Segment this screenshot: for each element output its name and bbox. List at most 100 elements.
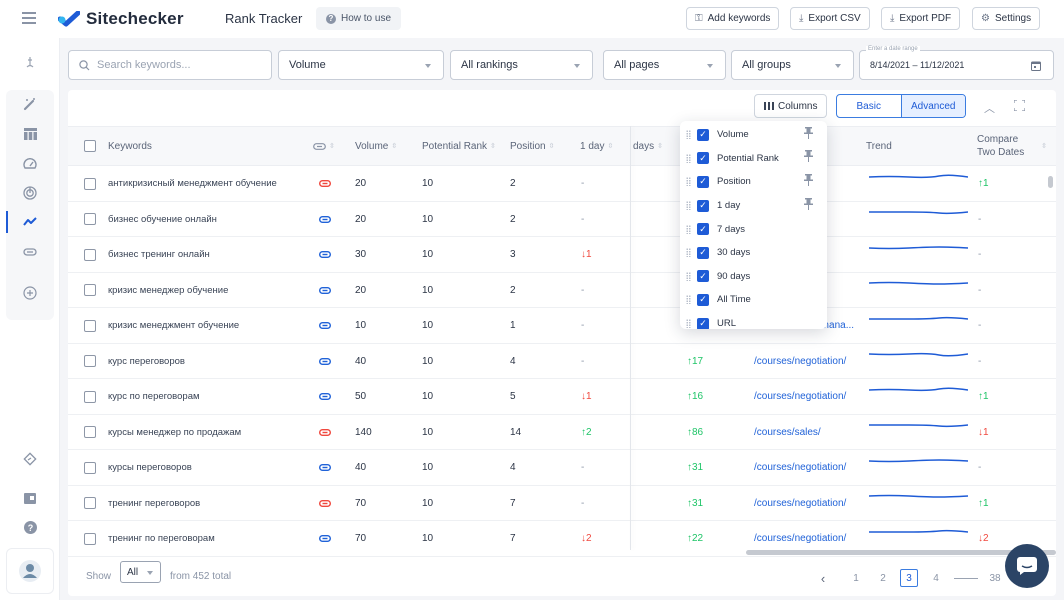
column-toggle-item[interactable]: ✓ All Time xyxy=(680,288,827,312)
column-toggle-item[interactable]: ✓ Potential Rank xyxy=(680,147,827,171)
column-toggle-item[interactable]: ✓ Volume xyxy=(680,123,827,147)
pin-icon[interactable] xyxy=(804,197,813,215)
search-input[interactable]: Search keywords... xyxy=(68,50,272,80)
link-status-icon[interactable] xyxy=(319,237,331,272)
pin-icon[interactable] xyxy=(804,126,813,144)
sidebar-item-links[interactable] xyxy=(0,239,60,265)
link-status-icon[interactable] xyxy=(319,166,331,201)
sidebar-item-radar[interactable] xyxy=(0,180,60,206)
rankings-select[interactable]: All rankings xyxy=(450,50,593,80)
column-toggle-item[interactable]: ✓ Position xyxy=(680,170,827,194)
page-button[interactable]: 2 xyxy=(874,569,892,587)
row-checkbox[interactable] xyxy=(84,497,96,509)
link-status-icon[interactable] xyxy=(319,202,331,237)
row-checkbox[interactable] xyxy=(84,177,96,190)
link-status-icon[interactable] xyxy=(319,450,331,485)
column-toggle-item[interactable]: ✓ URL xyxy=(680,312,827,329)
export-csv-button[interactable]: ⤓ Export CSV xyxy=(790,7,870,30)
header-position[interactable]: Position ⇳ xyxy=(510,127,554,165)
url-link[interactable]: /courses/sales/ xyxy=(754,415,821,450)
row-checkbox[interactable] xyxy=(84,461,96,474)
add-keywords-button[interactable]: ⚿ Add keywords xyxy=(686,7,780,30)
logo[interactable]: Sitechecker xyxy=(58,9,184,29)
drag-handle-icon[interactable] xyxy=(686,224,691,234)
url-link[interactable]: /courses/negotiation/ xyxy=(754,450,846,485)
sidebar-item-help[interactable]: ? xyxy=(0,514,60,540)
user-avatar[interactable] xyxy=(6,548,54,594)
column-toggle-item[interactable]: ✓ 7 days xyxy=(680,217,827,241)
sidebar-item-magic-wand[interactable] xyxy=(0,91,60,117)
drag-handle-icon[interactable] xyxy=(686,295,691,305)
row-checkbox[interactable] xyxy=(84,355,96,367)
basic-view-tab[interactable]: Basic xyxy=(837,95,901,117)
pin-icon[interactable] xyxy=(804,149,813,167)
url-link[interactable]: /courses/negotiation/ xyxy=(754,379,846,414)
drag-handle-icon[interactable] xyxy=(686,271,691,281)
column-checkbox[interactable]: ✓ xyxy=(697,152,709,165)
page-button[interactable]: 4 xyxy=(927,569,945,587)
link-status-icon[interactable] xyxy=(319,415,331,450)
column-checkbox[interactable]: ✓ xyxy=(697,199,709,212)
volume-select[interactable]: Volume xyxy=(278,50,444,80)
menu-icon[interactable] xyxy=(22,12,36,24)
drag-handle-icon[interactable] xyxy=(686,201,691,211)
column-toggle-item[interactable]: ✓ 30 days xyxy=(680,241,827,265)
page-button[interactable]: 1 xyxy=(847,569,865,587)
link-status-icon[interactable] xyxy=(319,486,331,521)
row-checkbox[interactable] xyxy=(84,532,96,545)
url-link[interactable]: /courses/negotiation/ xyxy=(754,344,846,379)
column-checkbox[interactable]: ✓ xyxy=(697,246,709,259)
drag-handle-icon[interactable] xyxy=(686,130,691,140)
column-toggle-item[interactable]: ✓ 90 days xyxy=(680,265,827,289)
column-checkbox[interactable]: ✓ xyxy=(697,128,709,141)
header-potential-rank[interactable]: Potential Rank ⇳ xyxy=(422,127,496,165)
header-compare[interactable]: Compare Two Dates ⇳ xyxy=(977,127,1047,165)
header-link[interactable]: ⇳ xyxy=(313,127,335,165)
header-keywords[interactable]: Keywords xyxy=(108,127,152,165)
column-checkbox[interactable]: ✓ xyxy=(697,175,709,188)
row-checkbox[interactable] xyxy=(84,390,96,403)
drag-handle-icon[interactable] xyxy=(686,248,691,258)
header-days[interactable]: days ⇳ xyxy=(633,127,663,165)
column-checkbox[interactable]: ✓ xyxy=(697,270,709,283)
row-checkbox[interactable] xyxy=(84,426,96,438)
sidebar-item-tour[interactable] xyxy=(0,446,60,472)
drag-handle-icon[interactable] xyxy=(686,319,691,329)
row-checkbox[interactable] xyxy=(84,319,96,332)
sidebar-add-button[interactable] xyxy=(0,280,60,306)
sidebar-item-table[interactable] xyxy=(0,121,60,147)
columns-button[interactable]: Columns xyxy=(754,94,828,118)
column-checkbox[interactable]: ✓ xyxy=(697,223,709,236)
column-toggle-item[interactable]: ✓ 1 day xyxy=(680,194,827,218)
sidebar-item-speed[interactable] xyxy=(0,151,60,177)
prev-page-button[interactable]: ‹ xyxy=(814,569,832,587)
groups-select[interactable]: All groups xyxy=(731,50,854,80)
drag-handle-icon[interactable] xyxy=(686,177,691,187)
link-status-icon[interactable] xyxy=(319,344,331,379)
pin-icon[interactable] xyxy=(804,173,813,191)
row-checkbox[interactable] xyxy=(84,284,96,296)
settings-button[interactable]: ⚙ Settings xyxy=(972,7,1041,30)
sidebar-item-wallet[interactable] xyxy=(0,485,60,511)
how-to-use-button[interactable]: ? How to use xyxy=(316,7,402,30)
page-size-select[interactable]: All xyxy=(120,561,161,583)
chevron-up-icon[interactable]: ︿ xyxy=(984,100,995,116)
column-checkbox[interactable]: ✓ xyxy=(697,317,709,329)
link-status-icon[interactable] xyxy=(319,379,331,414)
advanced-view-tab[interactable]: Advanced xyxy=(900,95,965,117)
header-volume[interactable]: Volume ⇳ xyxy=(355,127,397,165)
row-checkbox[interactable] xyxy=(84,213,96,225)
chat-button[interactable] xyxy=(1005,544,1049,588)
page-button[interactable]: 38 xyxy=(986,569,1004,587)
row-checkbox[interactable] xyxy=(84,248,96,261)
link-status-icon[interactable] xyxy=(319,521,331,556)
sidebar-item-rank-tracker[interactable] xyxy=(0,209,60,235)
pages-select[interactable]: All pages xyxy=(603,50,726,80)
date-range-input[interactable]: Enter a date range 8/14/2021 – 11/12/202… xyxy=(859,46,1054,80)
fullscreen-icon[interactable] xyxy=(1014,100,1025,111)
export-pdf-button[interactable]: ⤓ Export PDF xyxy=(881,7,961,30)
header-1-day[interactable]: 1 day ⇳ xyxy=(580,127,613,165)
link-status-icon[interactable] xyxy=(319,308,331,343)
link-status-icon[interactable] xyxy=(319,273,331,308)
page-button-current[interactable]: 3 xyxy=(900,569,918,587)
